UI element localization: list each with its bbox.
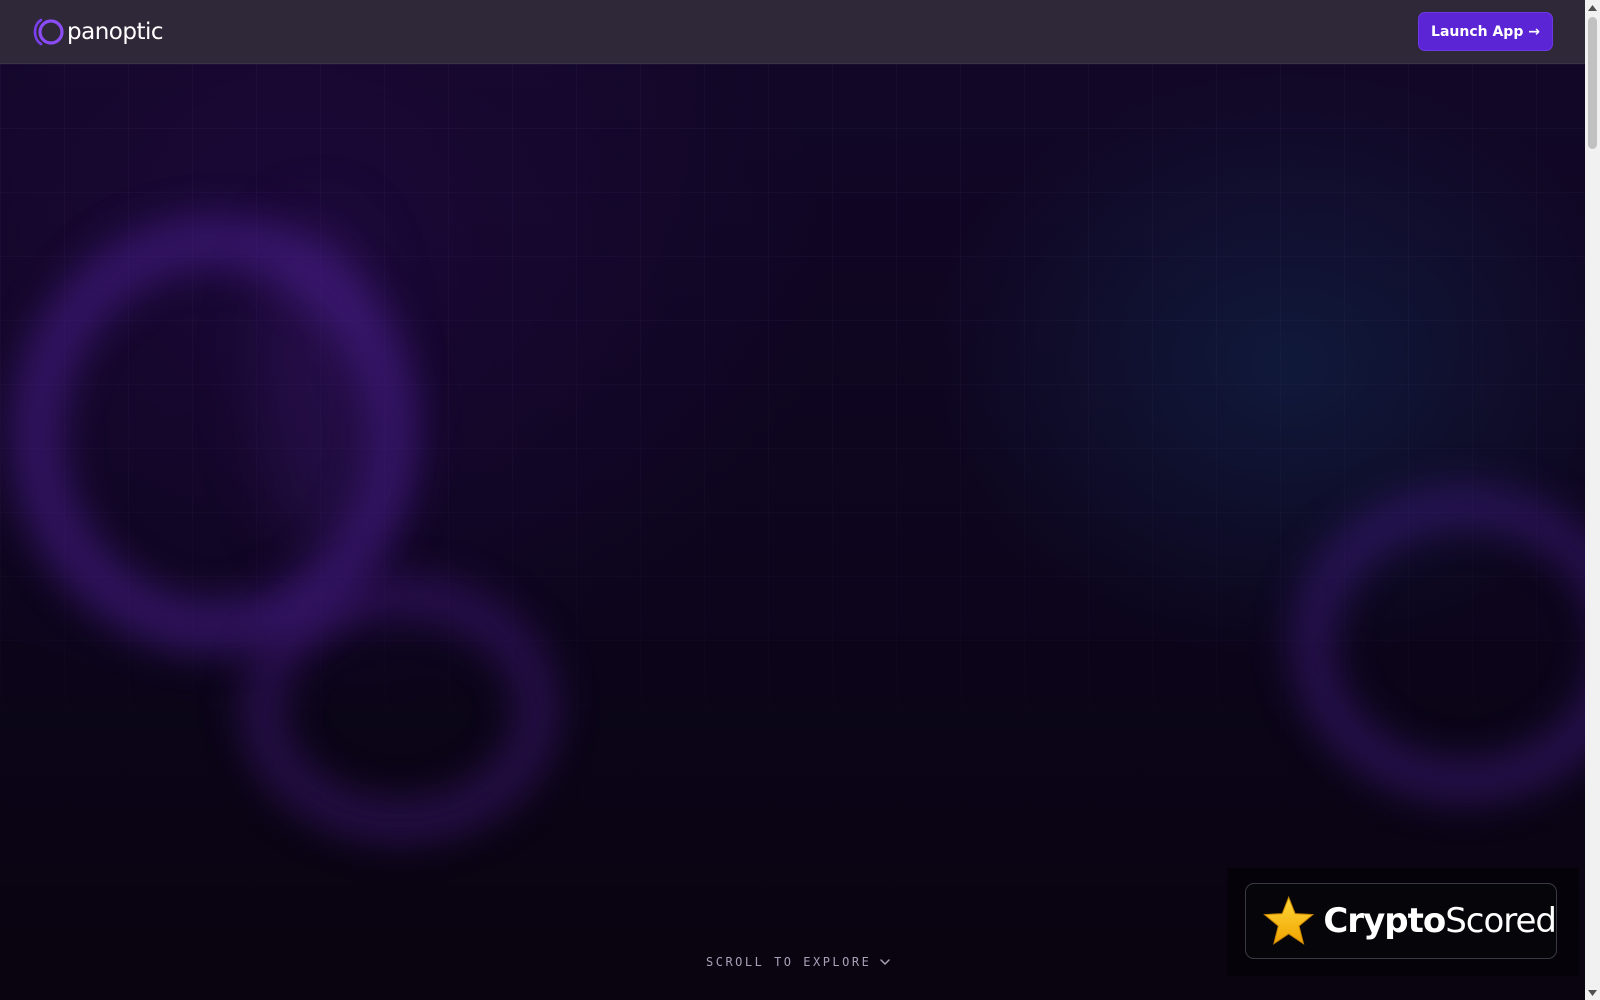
- logo-text: panoptic: [67, 19, 164, 45]
- chevron-down-icon: [880, 959, 891, 965]
- scroll-down-arrow-icon[interactable]: [1585, 985, 1600, 1000]
- scroll-up-arrow-icon[interactable]: [1585, 0, 1600, 15]
- cryptoscored-widget: CryptoScored: [1227, 868, 1579, 976]
- scrollbar-thumb[interactable]: [1588, 17, 1597, 149]
- scroll-to-explore[interactable]: SCROLL TO EXPLORE: [706, 955, 891, 969]
- cryptoscored-badge[interactable]: CryptoScored: [1245, 883, 1557, 959]
- wordmark-light: Scored: [1445, 901, 1557, 941]
- wordmark-bold: Crypto: [1323, 901, 1446, 941]
- page: panoptic Launch App → SCROLL TO EXPLORE: [0, 0, 1600, 1000]
- hero-section: [0, 64, 1585, 1000]
- star-icon: [1263, 895, 1315, 945]
- cryptoscored-wordmark: CryptoScored: [1323, 901, 1557, 941]
- top-nav: panoptic Launch App →: [0, 0, 1585, 64]
- glow-ring-center: [240, 574, 560, 844]
- page-scrollbar[interactable]: [1585, 0, 1600, 1000]
- scroll-hint-text: SCROLL TO EXPLORE: [706, 955, 872, 969]
- logo[interactable]: panoptic: [32, 16, 164, 48]
- launch-app-button[interactable]: Launch App →: [1418, 12, 1553, 51]
- panoptic-logo-icon: [33, 18, 64, 46]
